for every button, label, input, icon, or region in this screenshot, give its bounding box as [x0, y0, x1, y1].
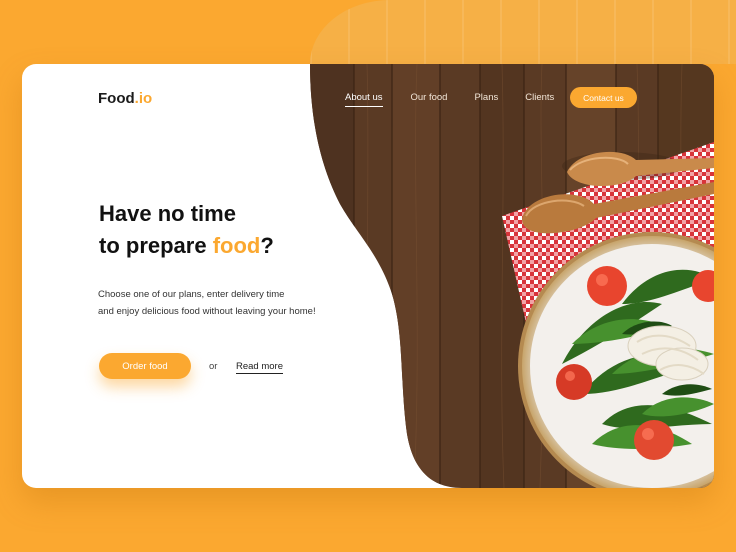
landing-card: Food.io About us Our food Plans Clients … — [22, 64, 714, 488]
brand-name: Food — [98, 90, 135, 107]
nav-item-clients[interactable]: Clients — [525, 92, 554, 103]
hero-food-image — [310, 64, 714, 488]
main-nav: About us Our food Plans Clients — [345, 92, 554, 107]
nav-item-our-food[interactable]: Our food — [411, 92, 448, 103]
brand-logo[interactable]: Food.io — [98, 90, 152, 107]
headline-line-2: to prepare — [99, 233, 213, 258]
headline-question-mark: ? — [260, 233, 274, 258]
headline-line-1: Have no time — [99, 201, 236, 226]
headline-accent-word: food — [212, 233, 261, 258]
contact-us-button[interactable]: Contact us — [570, 87, 637, 108]
subtext-line-1: Choose one of our plans, enter delivery … — [98, 289, 285, 300]
order-food-button[interactable]: Order food — [99, 353, 191, 379]
nav-item-about-us[interactable]: About us — [345, 92, 383, 107]
background-wood-strip — [310, 0, 736, 64]
or-separator: or — [209, 361, 218, 372]
hero-headline: Have no time to prepare food? — [99, 198, 274, 262]
subtext-line-2: and enjoy delicious food without leaving… — [98, 306, 316, 317]
brand-suffix: .io — [134, 90, 153, 107]
hero-subtext: Choose one of our plans, enter delivery … — [98, 286, 316, 320]
nav-item-plans[interactable]: Plans — [474, 92, 498, 103]
read-more-link[interactable]: Read more — [236, 361, 283, 374]
